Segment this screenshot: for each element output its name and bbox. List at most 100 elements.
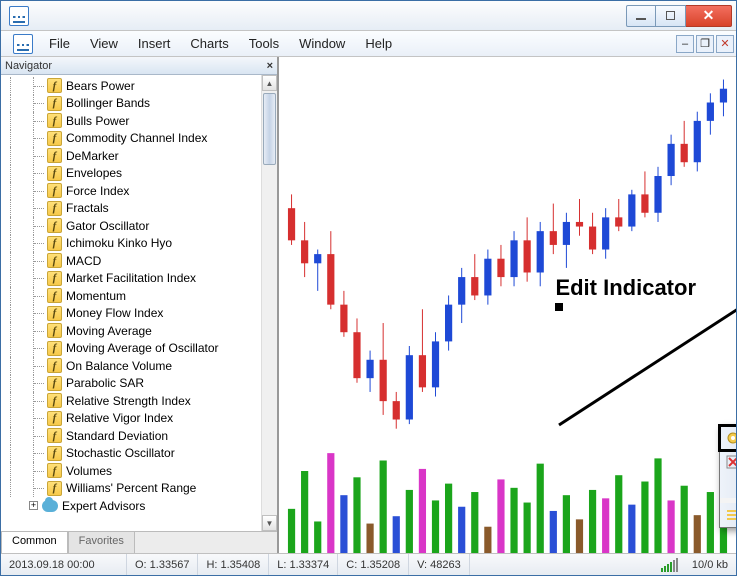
menu-insert[interactable]: Insert bbox=[128, 33, 181, 54]
scrollbar[interactable]: ▲ ▼ bbox=[261, 75, 277, 531]
status-low: L: 1.33374 bbox=[269, 554, 338, 575]
function-icon: f bbox=[47, 463, 62, 478]
navigator-panel: Navigator × ▲ ▼ fBears PowerfBollinger B… bbox=[1, 57, 279, 553]
function-icon: f bbox=[47, 148, 62, 163]
tree-item-indicator[interactable]: fGator Oscillator bbox=[1, 217, 261, 235]
scroll-down-icon[interactable]: ▼ bbox=[262, 515, 277, 531]
tree-item-indicator[interactable]: fBollinger Bands bbox=[1, 95, 261, 113]
tree-item-indicator[interactable]: f Relative Strength Index bbox=[1, 392, 261, 410]
delete-icon bbox=[725, 454, 737, 470]
function-icon: f bbox=[47, 201, 62, 216]
titlebar[interactable]: ✕ bbox=[1, 1, 736, 31]
function-icon: f bbox=[47, 306, 62, 321]
tree-item-label: Gator Oscillator bbox=[66, 219, 149, 233]
mdi-close-button[interactable]: ✕ bbox=[716, 35, 734, 53]
menu-item-properties[interactable]: BW MFI properties... bbox=[720, 426, 736, 450]
menu-item-indicators-list[interactable]: Indicators List Ctrl+I bbox=[720, 503, 736, 527]
tree-item-indicator[interactable]: f Bears Power bbox=[1, 77, 261, 95]
function-icon: f bbox=[47, 271, 62, 286]
tree-item-indicator[interactable]: fStochastic Oscillator bbox=[1, 445, 261, 463]
status-close: C: 1.35208 bbox=[338, 554, 409, 575]
tree-item-label: Bears Power bbox=[66, 79, 135, 93]
menu-charts[interactable]: Charts bbox=[180, 33, 238, 54]
tree-item-label: Moving Average bbox=[66, 324, 152, 338]
tree-item-label: Volumes bbox=[66, 464, 112, 478]
tree-item-indicator[interactable]: fCommodity Channel Index bbox=[1, 130, 261, 148]
function-icon: f bbox=[47, 341, 62, 356]
minimize-button[interactable] bbox=[626, 5, 656, 27]
mdi-restore-button[interactable]: ❐ bbox=[696, 35, 714, 53]
tree-item-indicator[interactable]: fForce Index bbox=[1, 182, 261, 200]
tree-item-indicator[interactable]: fRelative Vigor Index bbox=[1, 410, 261, 428]
tab-common[interactable]: Common bbox=[1, 531, 68, 553]
tree-item-label: Bollinger Bands bbox=[66, 96, 150, 110]
list-icon bbox=[725, 507, 737, 523]
menu-file[interactable]: File bbox=[39, 33, 80, 54]
tree-item-label: Money Flow Index bbox=[66, 306, 163, 320]
tree-item-indicator[interactable]: fIchimoku Kinko Hyo bbox=[1, 235, 261, 253]
function-icon: f bbox=[47, 288, 62, 303]
function-icon: f bbox=[47, 166, 62, 181]
navigator-close-icon[interactable]: × bbox=[267, 60, 273, 72]
tree-item-label: Relative Strength Index bbox=[66, 394, 191, 408]
tree-item-indicator[interactable]: fOn Balance Volume bbox=[1, 357, 261, 375]
menu-tools[interactable]: Tools bbox=[239, 33, 289, 54]
expand-icon[interactable]: + bbox=[29, 501, 38, 510]
function-icon: f bbox=[47, 376, 62, 391]
tree-item-label: Standard Deviation bbox=[66, 429, 168, 443]
tree-item-label: Bulls Power bbox=[66, 114, 129, 128]
tree-item-indicator[interactable]: fMarket Facilitation Index bbox=[1, 270, 261, 288]
tree-item-label: Momentum bbox=[66, 289, 126, 303]
function-icon: f bbox=[47, 253, 62, 268]
navigator-tree[interactable]: ▲ ▼ fBears PowerfBollinger BandsfBulls P… bbox=[1, 75, 277, 531]
chart-area[interactable]: Edit Indicator BW MFI properties... Dele… bbox=[279, 57, 736, 553]
tree-item-indicator[interactable]: f Williams' Percent Range bbox=[1, 480, 261, 498]
function-icon: f bbox=[47, 323, 62, 338]
tree-item-indicator[interactable]: fMoving Average of Oscillator bbox=[1, 340, 261, 358]
menu-help[interactable]: Help bbox=[355, 33, 402, 54]
scroll-up-icon[interactable]: ▲ bbox=[262, 75, 277, 91]
app-logo-icon bbox=[13, 34, 33, 54]
tree-item-label: Williams' Percent Range bbox=[66, 481, 196, 495]
function-icon: f bbox=[47, 446, 62, 461]
function-icon: f bbox=[47, 411, 62, 426]
tree-item-indicator[interactable]: f Momentum bbox=[1, 287, 261, 305]
menu-view[interactable]: View bbox=[80, 33, 128, 54]
tree-item-indicator[interactable]: fStandard Deviation bbox=[1, 427, 261, 445]
tree-item-expert-advisors[interactable]: +Expert Advisors bbox=[1, 497, 261, 514]
tree-item-indicator[interactable]: f Bulls Power bbox=[1, 112, 261, 130]
tree-item-indicator[interactable]: f Moving Average bbox=[1, 322, 261, 340]
function-icon: f bbox=[47, 131, 62, 146]
candlestick-chart[interactable] bbox=[279, 57, 736, 553]
function-icon: f bbox=[47, 113, 62, 128]
menu-item-delete-indicator[interactable]: Delete Indicator bbox=[720, 450, 736, 474]
context-menu: BW MFI properties... Delete Indicator De… bbox=[719, 425, 736, 528]
mdi-minimize-button[interactable]: – bbox=[676, 35, 694, 53]
tree-item-label: Force Index bbox=[66, 184, 129, 198]
tree-item-indicator[interactable]: f Envelopes bbox=[1, 165, 261, 183]
close-button[interactable]: ✕ bbox=[686, 5, 732, 27]
status-net: 10/0 kb bbox=[684, 554, 736, 575]
tree-item-label: MACD bbox=[66, 254, 101, 268]
function-icon: f bbox=[47, 393, 62, 408]
menu-window[interactable]: Window bbox=[289, 33, 355, 54]
maximize-button[interactable] bbox=[656, 5, 686, 27]
tree-item-label: Parabolic SAR bbox=[66, 376, 144, 390]
status-datetime: 2013.09.18 00:00 bbox=[1, 554, 127, 575]
statusbar: 2013.09.18 00:00 O: 1.33567 H: 1.35408 L… bbox=[1, 553, 736, 575]
navigator-header[interactable]: Navigator × bbox=[1, 57, 277, 75]
function-icon: f bbox=[47, 481, 62, 496]
tree-item-indicator[interactable]: f Volumes bbox=[1, 462, 261, 480]
scroll-thumb[interactable] bbox=[263, 93, 276, 165]
tree-item-indicator[interactable]: f Parabolic SAR bbox=[1, 375, 261, 393]
navigator-tabs: Common Favorites bbox=[1, 531, 277, 553]
tree-item-indicator[interactable]: f Money Flow Index bbox=[1, 305, 261, 323]
tree-item-indicator[interactable]: fFractals bbox=[1, 200, 261, 218]
menu-item-delete-window[interactable]: Delete Indicator Window bbox=[720, 474, 736, 498]
function-icon: f bbox=[47, 78, 62, 93]
tree-item-indicator[interactable]: fDeMarker bbox=[1, 147, 261, 165]
status-open: O: 1.33567 bbox=[127, 554, 198, 575]
tree-item-label: Envelopes bbox=[66, 166, 122, 180]
tree-item-indicator[interactable]: f MACD bbox=[1, 252, 261, 270]
tab-favorites[interactable]: Favorites bbox=[68, 531, 135, 553]
